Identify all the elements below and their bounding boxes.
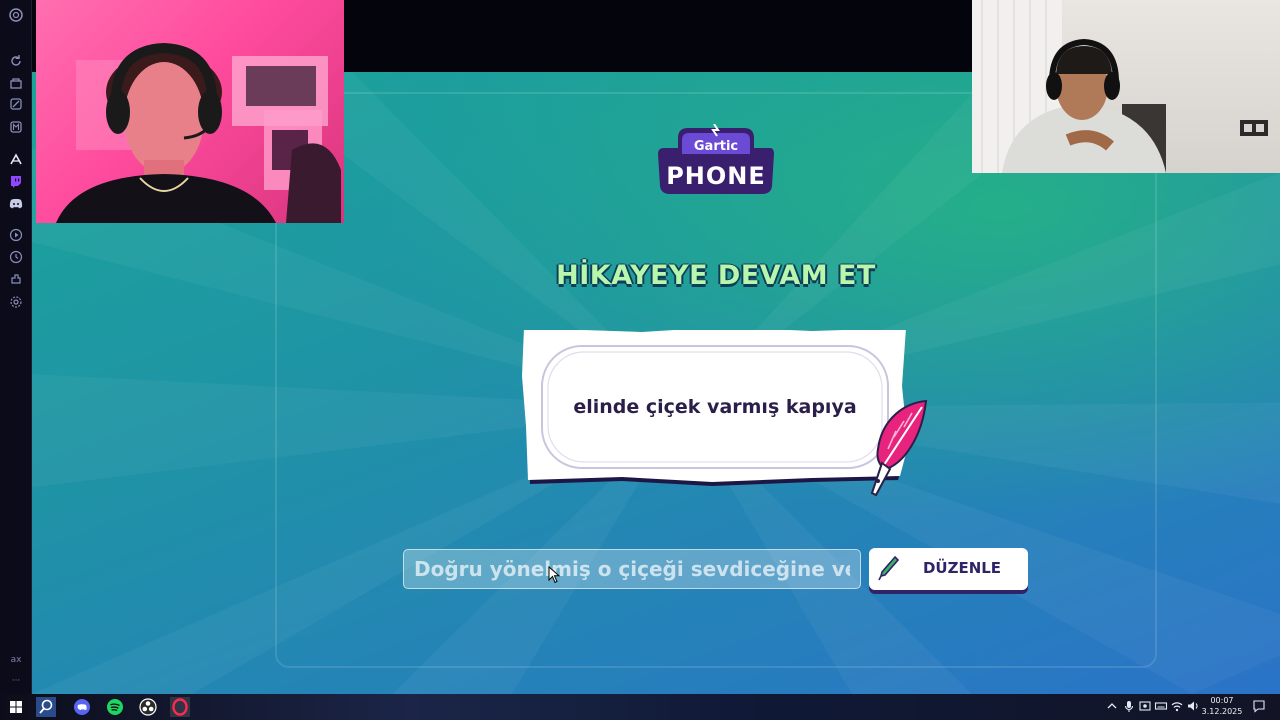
clock-date: 3.12.2025 xyxy=(1201,707,1243,716)
sidebar-bottom-label: ax xyxy=(10,655,22,665)
discord-taskbar-icon[interactable] xyxy=(72,697,92,717)
opera-gx-icon[interactable] xyxy=(170,697,190,717)
edit-button-label: DÜZENLE xyxy=(922,559,1002,577)
webcam-right xyxy=(972,0,1280,173)
clock-time: 00:07 xyxy=(1210,696,1234,705)
network-icon[interactable] xyxy=(1170,699,1184,713)
windows-start-icon[interactable] xyxy=(6,697,26,717)
story-answer-input[interactable] xyxy=(403,549,861,589)
browser-logo-icon[interactable] xyxy=(9,8,23,22)
screen-capture-icon[interactable] xyxy=(1138,699,1152,713)
prompt-text: elinde çiçek varmış kapıya xyxy=(573,396,857,418)
logo-bottom-text: PHONE xyxy=(666,162,766,190)
obs-icon[interactable] xyxy=(138,697,158,717)
prompt-card: elinde çiçek varmış kapıya xyxy=(522,330,908,490)
arc-icon[interactable] xyxy=(9,152,23,166)
history-icon[interactable] xyxy=(9,250,23,264)
keyboard-icon[interactable] xyxy=(1154,699,1168,713)
quill-pen-icon xyxy=(870,399,928,497)
webcam-left xyxy=(36,0,344,223)
tray-overflow-icon[interactable] xyxy=(1105,699,1119,713)
taskbar-clock[interactable]: 00:07 3.12.2025 xyxy=(1196,695,1248,717)
mail-icon[interactable] xyxy=(9,120,23,134)
discord-icon[interactable] xyxy=(9,196,23,210)
gartic-phone-logo: Gartic PHONE xyxy=(658,124,774,194)
mouse-cursor-icon xyxy=(548,566,560,584)
windows-taskbar: 00:07 3.12.2025 xyxy=(0,694,1280,720)
sidebar-more-icon[interactable]: ··· xyxy=(6,676,26,686)
pen-icon xyxy=(878,555,899,581)
settings-icon[interactable] xyxy=(9,295,23,309)
extensions-icon[interactable] xyxy=(9,272,23,286)
refresh-icon[interactable] xyxy=(9,54,23,68)
play-icon[interactable] xyxy=(9,228,23,242)
microphone-icon[interactable] xyxy=(1122,699,1136,713)
twitch-icon[interactable] xyxy=(9,174,23,188)
logo-top-text: Gartic xyxy=(694,139,738,154)
search-icon[interactable] xyxy=(36,697,56,717)
edit-button[interactable]: DÜZENLE xyxy=(869,548,1028,590)
browser-sidebar: ax ··· xyxy=(0,0,32,694)
page-title: HİKAYEYE DEVAM ET xyxy=(556,260,876,291)
shop-icon[interactable] xyxy=(9,76,23,90)
spotify-icon[interactable] xyxy=(105,697,125,717)
notifications-icon[interactable] xyxy=(1252,699,1266,713)
game-icon[interactable] xyxy=(9,97,23,111)
screen: ax ··· Gartic PHONE HİKAYEYE DEVAM ET el… xyxy=(0,0,1280,720)
